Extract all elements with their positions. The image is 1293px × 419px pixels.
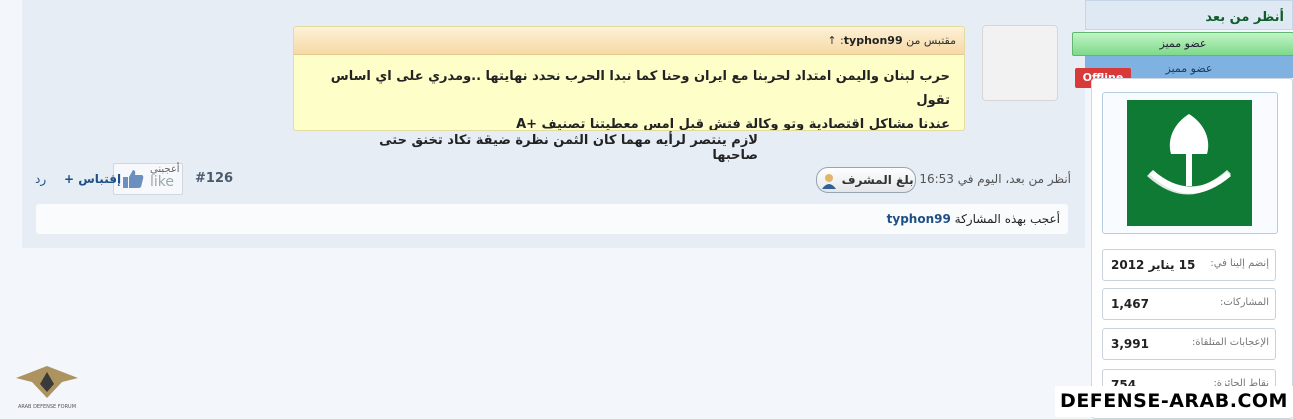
likes-strip: أعجب بهذه المشاركة typhon99 [36, 204, 1068, 234]
post-body-text: لازم ينتصر لرأيه مهما كان الثمن نظرة ضيق… [379, 133, 758, 163]
username[interactable]: أنظر من بعد [1085, 0, 1293, 30]
post-number[interactable]: #126 [195, 165, 233, 193]
quote-header: مقتبس من typhon99: ↑ [294, 27, 964, 55]
report-button[interactable]: بلغ المشرف [816, 167, 916, 193]
quote-box: مقتبس من typhon99: ↑ حرب لبنان واليمن ام… [293, 26, 965, 131]
likes-user-link[interactable]: typhon99 [887, 212, 951, 226]
report-label: بلغ المشرف [841, 173, 914, 187]
stat-likes-received: الإعجابات المتلقاة: 3,991 [1102, 328, 1276, 360]
quote-button[interactable]: + إقتباس [64, 165, 121, 193]
user-info-panel: إنضم إلينا في: 15 يناير 2012 المشاركات: … [1091, 78, 1293, 419]
site-watermark: DEFENSE-ARAB.COM [1055, 386, 1293, 417]
stat-posts: المشاركات: 1,467 [1102, 288, 1276, 320]
likes-prefix: أعجب بهذه المشاركة [954, 212, 1060, 226]
like-label-en: like [150, 174, 175, 190]
moderator-icon [822, 173, 837, 189]
user-card: أنظر من بعد عضو مميز عضو مميز Offline إن… [1072, 0, 1293, 419]
user-rank-badge: عضو مميز [1072, 32, 1293, 56]
quote-text-line: عندنا مشاكل اقتصادية وتو وكالة فتش قبل ا… [516, 117, 950, 131]
poster-avatar-placeholder[interactable] [982, 25, 1058, 101]
stat-value: 15 يناير 2012 [1111, 258, 1196, 272]
quote-author[interactable]: typhon99 [844, 34, 903, 47]
forum-logo-watermark: ARAB DEFENSE FORUM [16, 366, 78, 410]
quote-text-line: حرب لبنان واليمن امتداد لحربنا مع ايران … [330, 69, 950, 108]
svg-text:ARAB DEFENSE FORUM: ARAB DEFENSE FORUM [18, 404, 76, 410]
stat-value: 1,467 [1111, 297, 1149, 311]
thumbs-up-icon [123, 170, 144, 188]
stat-label: الإعجابات المتلقاة: [1191, 337, 1269, 348]
saudi-flag-avatar-icon [1127, 100, 1252, 226]
stat-join-date: إنضم إلينا في: 15 يناير 2012 [1102, 249, 1276, 281]
quote-header-prefix: مقتبس من [906, 34, 956, 47]
quote-text: حرب لبنان واليمن امتداد لحربنا مع ايران … [294, 55, 964, 131]
quote-arrow-icon[interactable]: ↑ [827, 34, 836, 47]
stat-value: 3,991 [1111, 337, 1149, 351]
reply-button[interactable]: رد [35, 165, 46, 193]
stat-label: المشاركات: [1220, 297, 1269, 308]
like-button[interactable]: أعجبني like [113, 163, 183, 195]
user-avatar[interactable] [1102, 92, 1278, 234]
stat-label: إنضم إلينا في: [1210, 258, 1269, 269]
post-author-time[interactable]: أنظر من بعد، اليوم في 16:53 [919, 165, 1071, 193]
